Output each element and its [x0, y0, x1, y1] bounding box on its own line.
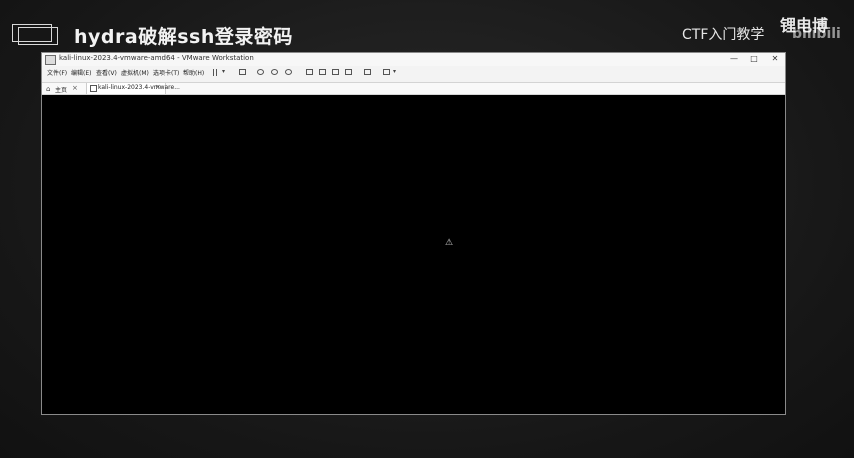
pause-icon[interactable]	[213, 69, 214, 76]
menu-view[interactable]: 查看(V)	[96, 68, 117, 77]
send-keys-icon[interactable]	[239, 69, 246, 75]
vmware-app-icon	[45, 55, 56, 65]
close-button[interactable]: ✕	[768, 53, 782, 65]
unity-icon[interactable]	[345, 69, 352, 75]
stretch-chevron-icon[interactable]: ▾	[393, 68, 396, 75]
stretch-icon[interactable]	[383, 69, 390, 75]
title-bar: kali-linux-2023.4-vmware-amd64 - VMware …	[42, 53, 785, 66]
banner-title: hydra破解ssh登录密码	[74, 26, 293, 48]
view-console-icon[interactable]	[319, 69, 326, 75]
manage-snapshots-icon[interactable]	[285, 69, 292, 75]
tab-vm-close-icon[interactable]: ×	[155, 83, 161, 91]
home-icon[interactable]: ⌂	[46, 85, 50, 93]
menu-edit[interactable]: 编辑(E)	[71, 68, 91, 77]
tab-vm[interactable]: kali-linux-2023.4-vmware... ×	[86, 83, 180, 94]
tab-home-close-icon[interactable]: ×	[72, 84, 78, 92]
vmware-window: kali-linux-2023.4-vmware-amd64 - VMware …	[41, 52, 786, 415]
minimize-button[interactable]: —	[727, 53, 741, 65]
tab-bar: ⌂ 主页 × kali-linux-2023.4-vmware... ×	[42, 82, 785, 95]
terminal-icon[interactable]	[364, 69, 371, 75]
watermark-logo: bilibili	[792, 26, 841, 42]
course-label: CTF入门教学	[682, 27, 765, 43]
fullscreen-icon[interactable]	[332, 69, 339, 75]
menu-bar: 文件(F) 编辑(E) 查看(V) 虚拟机(M) 选项卡(T) 帮助(H) ▾ …	[42, 66, 785, 79]
cursor-icon: ⚠	[445, 238, 454, 248]
menu-tabs[interactable]: 选项卡(T)	[153, 68, 179, 77]
view-normal-icon[interactable]	[306, 69, 313, 75]
tab-vm-label: kali-linux-2023.4-vmware...	[98, 84, 180, 91]
menu-file[interactable]: 文件(F)	[47, 68, 67, 77]
chevron-down-icon[interactable]: ▾	[222, 68, 225, 75]
pause-icon-bar	[216, 69, 217, 76]
tab-home[interactable]: 主页	[55, 85, 67, 94]
maximize-button[interactable]: □	[747, 53, 761, 65]
banner-decoration-icon	[12, 22, 64, 45]
revert-snapshot-icon[interactable]	[271, 69, 278, 75]
menu-help[interactable]: 帮助(H)	[183, 68, 204, 77]
vm-display[interactable]: ⚠	[42, 95, 785, 414]
snapshot-icon[interactable]	[257, 69, 264, 75]
window-title: kali-linux-2023.4-vmware-amd64 - VMware …	[59, 54, 254, 62]
vm-tab-icon	[90, 85, 97, 92]
menu-vm[interactable]: 虚拟机(M)	[121, 68, 149, 77]
